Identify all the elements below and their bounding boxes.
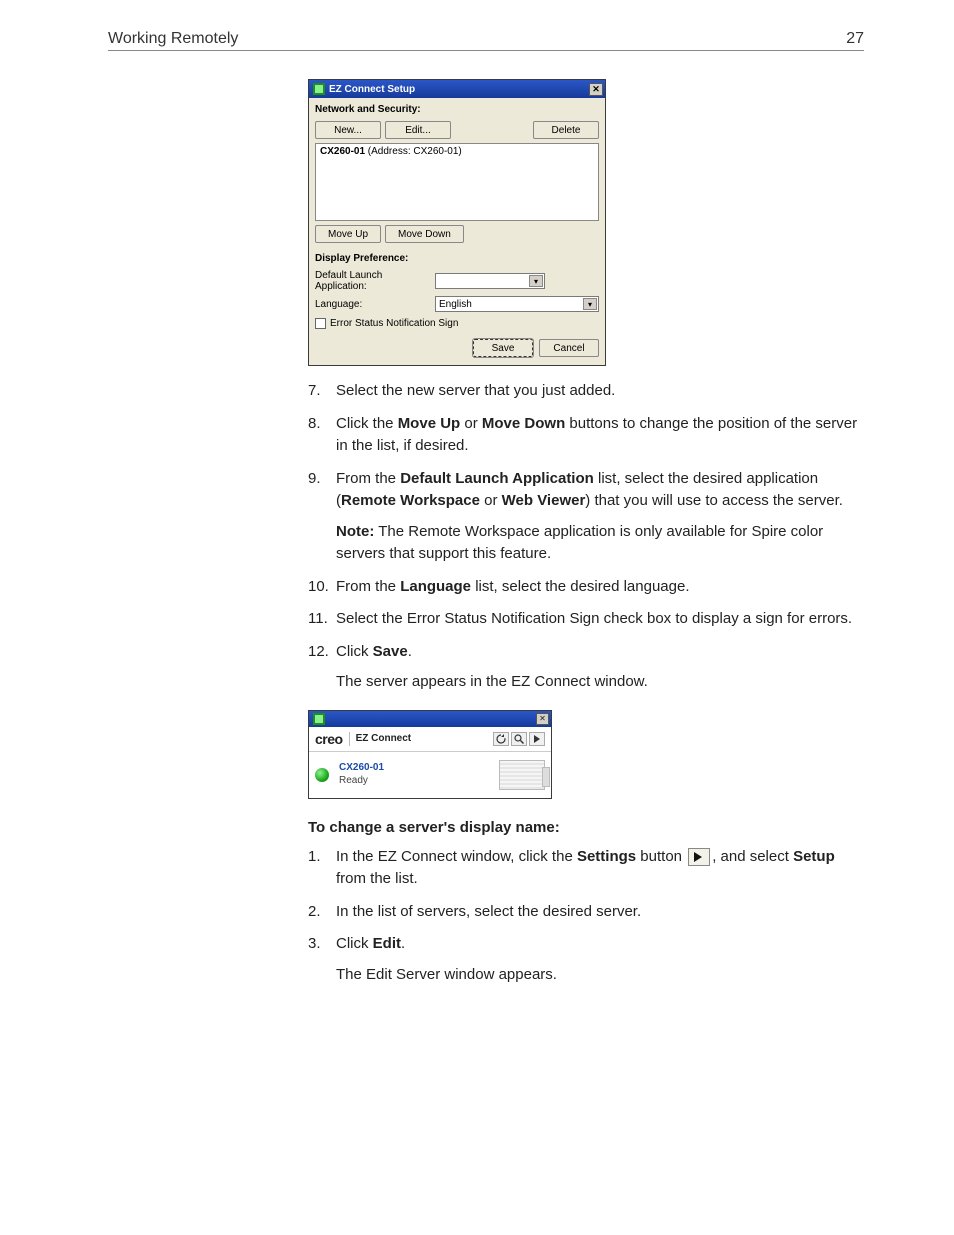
step-body: Click Save.The server appears in the EZ … <box>336 641 864 694</box>
server-status: Ready <box>339 775 384 788</box>
printer-thumbnail-icon <box>499 760 545 790</box>
close-icon[interactable]: ✕ <box>536 713 549 725</box>
error-status-checkbox[interactable] <box>315 318 326 329</box>
step-number: 7. <box>308 380 336 403</box>
step-subtext: The server appears in the EZ Connect win… <box>336 671 864 694</box>
default-launch-app-select[interactable]: ▾ <box>435 273 545 289</box>
divider <box>349 732 350 746</box>
step-body: Select the new server that you just adde… <box>336 380 864 403</box>
step-subtext: The Edit Server window appears. <box>336 964 864 987</box>
step-number: 1. <box>308 846 336 891</box>
chevron-down-icon: ▾ <box>529 275 543 287</box>
server-list[interactable]: CX260-01 (Address: CX260-01) <box>315 143 599 221</box>
step-body: Click the Move Up or Move Down buttons t… <box>336 413 864 458</box>
server-list-item[interactable]: CX260-01 (Address: CX260-01) <box>320 146 594 157</box>
step-number: 9. <box>308 468 336 566</box>
dialog-titlebar: EZ Connect Setup ✕ <box>309 80 605 98</box>
new-button[interactable]: New... <box>315 121 381 139</box>
display-preference-label: Display Preference: <box>315 253 599 264</box>
language-select[interactable]: English ▾ <box>435 296 599 312</box>
change-display-name-heading: To change a server's display name: <box>308 819 864 836</box>
step-body: In the list of servers, select the desir… <box>336 901 864 924</box>
close-icon[interactable]: ✕ <box>589 83 603 96</box>
app-icon <box>313 713 325 725</box>
step-number: 2. <box>308 901 336 924</box>
refresh-icon[interactable] <box>493 732 509 746</box>
status-indicator-icon <box>315 768 329 782</box>
server-row[interactable]: CX260-01 Ready <box>309 752 551 798</box>
ezc-titlebar: ✕ <box>309 711 551 727</box>
dialog-title: EZ Connect Setup <box>329 84 415 95</box>
language-label: Language: <box>315 299 435 310</box>
step-body: In the EZ Connect window, click the Sett… <box>336 846 864 891</box>
app-icon <box>313 83 325 95</box>
default-launch-app-label: Default Launch Application: <box>315 270 435 292</box>
save-button[interactable]: Save <box>473 339 533 357</box>
step-number: 10. <box>308 576 336 599</box>
error-status-label: Error Status Notification Sign <box>330 318 458 329</box>
step-number: 3. <box>308 933 336 986</box>
network-security-label: Network and Security: <box>315 104 599 115</box>
edit-button[interactable]: Edit... <box>385 121 451 139</box>
steps-list-1: 7.Select the new server that you just ad… <box>308 380 864 694</box>
settings-button-icon <box>688 848 710 866</box>
server-list-item-address: (Address: CX260-01) <box>365 146 462 157</box>
delete-button[interactable]: Delete <box>533 121 599 139</box>
step-number: 12. <box>308 641 336 694</box>
move-down-button[interactable]: Move Down <box>385 225 464 243</box>
step-number: 8. <box>308 413 336 458</box>
chevron-down-icon: ▾ <box>583 298 597 310</box>
ez-connect-window: ✕ creo EZ Connect <box>308 710 552 799</box>
steps-list-2: 1.In the EZ Connect window, click the Se… <box>308 846 864 987</box>
step-note: Note: The Remote Workspace application i… <box>336 521 864 566</box>
ezc-title: EZ Connect <box>356 733 412 744</box>
search-icon[interactable] <box>511 732 527 746</box>
language-value: English <box>439 299 472 310</box>
page-header: Working Remotely 27 <box>108 30 864 51</box>
step-body: From the Language list, select the desir… <box>336 576 864 599</box>
move-up-button[interactable]: Move Up <box>315 225 381 243</box>
ez-connect-setup-dialog: EZ Connect Setup ✕ Network and Security:… <box>308 79 606 366</box>
creo-logo: creo <box>315 731 343 747</box>
server-name: CX260-01 <box>339 762 384 775</box>
step-body: Select the Error Status Notification Sig… <box>336 608 864 631</box>
step-body: From the Default Launch Application list… <box>336 468 864 566</box>
settings-icon[interactable] <box>529 732 545 746</box>
page-number: 27 <box>846 30 864 48</box>
cancel-button[interactable]: Cancel <box>539 339 599 357</box>
server-list-item-name: CX260-01 <box>320 146 365 157</box>
step-body: Click Edit.The Edit Server window appear… <box>336 933 864 986</box>
header-title: Working Remotely <box>108 30 238 48</box>
step-number: 11. <box>308 608 336 631</box>
